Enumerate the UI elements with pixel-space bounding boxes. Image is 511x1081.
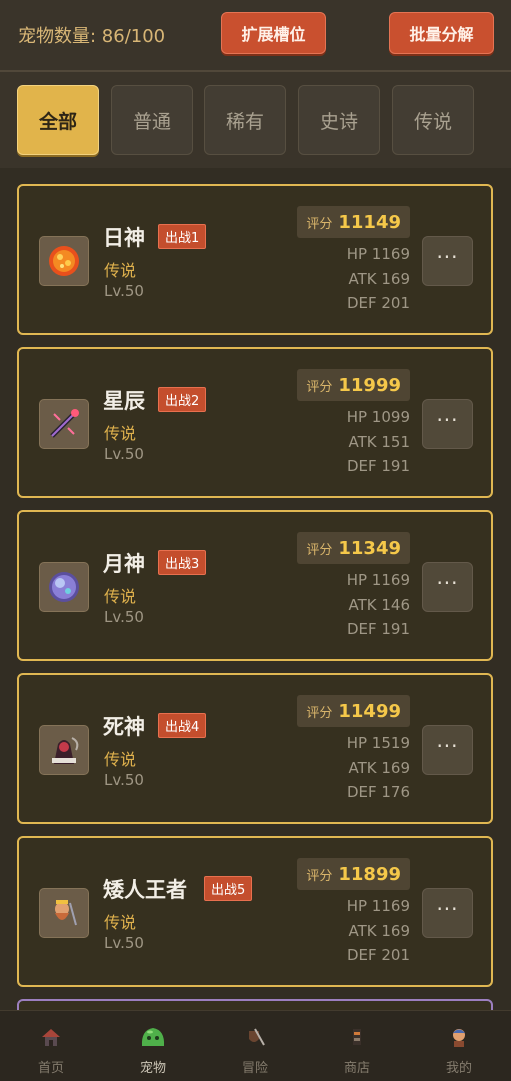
def-stat: DEF 176	[346, 783, 410, 801]
more-options-button[interactable]: ···	[422, 399, 473, 449]
pet-level: Lv.50	[104, 445, 144, 463]
pet-level: Lv.50	[104, 608, 144, 626]
pet-rarity: 传说	[104, 261, 137, 280]
atk-stat: ATK 146	[348, 596, 411, 614]
more-options-button[interactable]: ···	[422, 725, 473, 775]
score-badge: 评分 11149	[297, 206, 410, 238]
pet-count-label: 宠物数量: 86/100	[18, 26, 166, 47]
more-options-button[interactable]: ···	[422, 236, 473, 286]
pet-level: Lv.50	[104, 282, 144, 300]
def-stat: DEF 201	[346, 946, 410, 964]
hp-stat: HP 1519	[346, 734, 410, 752]
pet-rarity: 传说	[104, 750, 137, 769]
nav-pets[interactable]: 宠物	[102, 1011, 204, 1081]
slime-icon	[139, 1023, 167, 1051]
sword-shield-icon	[241, 1023, 269, 1051]
nav-label: 首页	[37, 1061, 64, 1076]
nav-label: 宠物	[139, 1061, 166, 1076]
tab-rare[interactable]: 稀有	[204, 85, 286, 155]
pet-rarity: 传说	[104, 913, 137, 932]
atk-stat: ATK 169	[348, 270, 411, 288]
pet-card-partial[interactable]	[17, 999, 493, 1010]
reaper-icon	[39, 725, 89, 775]
home-icon	[37, 1023, 65, 1051]
def-stat: DEF 201	[346, 294, 410, 312]
pet-rarity: 传说	[104, 424, 137, 443]
atk-stat: ATK 169	[348, 922, 411, 940]
battle-slot-badge: 出战1	[158, 224, 207, 249]
score-label: 评分	[306, 542, 333, 558]
atk-stat: ATK 151	[348, 433, 411, 451]
pet-card[interactable]: 死神 出战4 传说 Lv.50 评分 11499 HP 1519 ATK 169…	[17, 673, 493, 824]
pet-level: Lv.50	[104, 771, 144, 789]
hp-stat: HP 1169	[346, 245, 410, 263]
pet-level: Lv.50	[104, 934, 144, 952]
pet-list[interactable]: 日神 出战1 传说 Lv.50 评分 11149 HP 1169 ATK 169…	[0, 168, 511, 1010]
more-options-button[interactable]: ···	[422, 562, 473, 612]
nav-label: 我的	[445, 1061, 472, 1076]
dwarf-king-icon	[39, 888, 89, 938]
tab-legendary[interactable]: 传说	[392, 85, 474, 155]
score-value: 11349	[338, 537, 401, 559]
sun-orb-icon	[39, 236, 89, 286]
hp-stat: HP 1099	[346, 408, 410, 426]
pet-card[interactable]: 日神 出战1 传说 Lv.50 评分 11149 HP 1169 ATK 169…	[17, 184, 493, 335]
score-label: 评分	[306, 868, 333, 884]
score-value: 11499	[338, 700, 401, 722]
profile-icon	[445, 1023, 473, 1051]
batch-decompose-button[interactable]: 批量分解	[389, 12, 494, 54]
battle-slot-badge: 出战5	[204, 876, 253, 901]
pet-name: 月神	[103, 552, 145, 576]
score-badge: 评分 11999	[297, 369, 410, 401]
pet-name: 死神	[103, 715, 145, 739]
bottom-nav: 首页 宠物 冒险 商店 我的	[0, 1010, 511, 1081]
pet-card[interactable]: 矮人王者 出战5 传说 Lv.50 评分 11899 HP 1169 ATK 1…	[17, 836, 493, 987]
score-label: 评分	[306, 705, 333, 721]
score-label: 评分	[306, 379, 333, 395]
battle-slot-badge: 出战3	[158, 550, 207, 575]
shop-icon	[343, 1023, 371, 1051]
battle-slot-badge: 出战4	[158, 713, 207, 738]
atk-stat: ATK 169	[348, 759, 411, 777]
pet-card[interactable]: 月神 出战3 传说 Lv.50 评分 11349 HP 1169 ATK 146…	[17, 510, 493, 661]
nav-home[interactable]: 首页	[0, 1011, 102, 1081]
hp-stat: HP 1169	[346, 571, 410, 589]
nav-shop[interactable]: 商店	[306, 1011, 408, 1081]
def-stat: DEF 191	[346, 457, 410, 475]
pet-rarity: 传说	[104, 587, 137, 606]
hp-stat: HP 1169	[346, 897, 410, 915]
battle-slot-badge: 出战2	[158, 387, 207, 412]
def-stat: DEF 191	[346, 620, 410, 638]
tab-epic[interactable]: 史诗	[298, 85, 380, 155]
pet-card[interactable]: 星辰 出战2 传说 Lv.50 评分 11999 HP 1099 ATK 151…	[17, 347, 493, 498]
nav-adventure[interactable]: 冒险	[204, 1011, 306, 1081]
nav-label: 商店	[343, 1061, 370, 1076]
tab-common[interactable]: 普通	[111, 85, 193, 155]
tab-all[interactable]: 全部	[17, 85, 99, 155]
score-badge: 评分 11499	[297, 695, 410, 727]
nav-label: 冒险	[241, 1061, 268, 1076]
score-value: 11149	[338, 211, 401, 233]
pet-name: 矮人王者	[103, 878, 187, 902]
top-bar: 宠物数量: 86/100 扩展槽位 批量分解	[0, 0, 511, 72]
moon-orb-icon	[39, 562, 89, 612]
pet-name: 星辰	[103, 389, 145, 413]
score-badge: 评分 11349	[297, 532, 410, 564]
expand-slots-button[interactable]: 扩展槽位	[221, 12, 326, 54]
pet-name: 日神	[103, 226, 145, 250]
score-value: 11899	[338, 863, 401, 885]
rarity-filter-tabs: 全部 普通 稀有 史诗 传说	[0, 72, 511, 168]
more-options-button[interactable]: ···	[422, 888, 473, 938]
score-label: 评分	[306, 216, 333, 232]
score-badge: 评分 11899	[297, 858, 410, 890]
star-staff-icon	[39, 399, 89, 449]
nav-profile[interactable]: 我的	[408, 1011, 510, 1081]
score-value: 11999	[338, 374, 401, 396]
